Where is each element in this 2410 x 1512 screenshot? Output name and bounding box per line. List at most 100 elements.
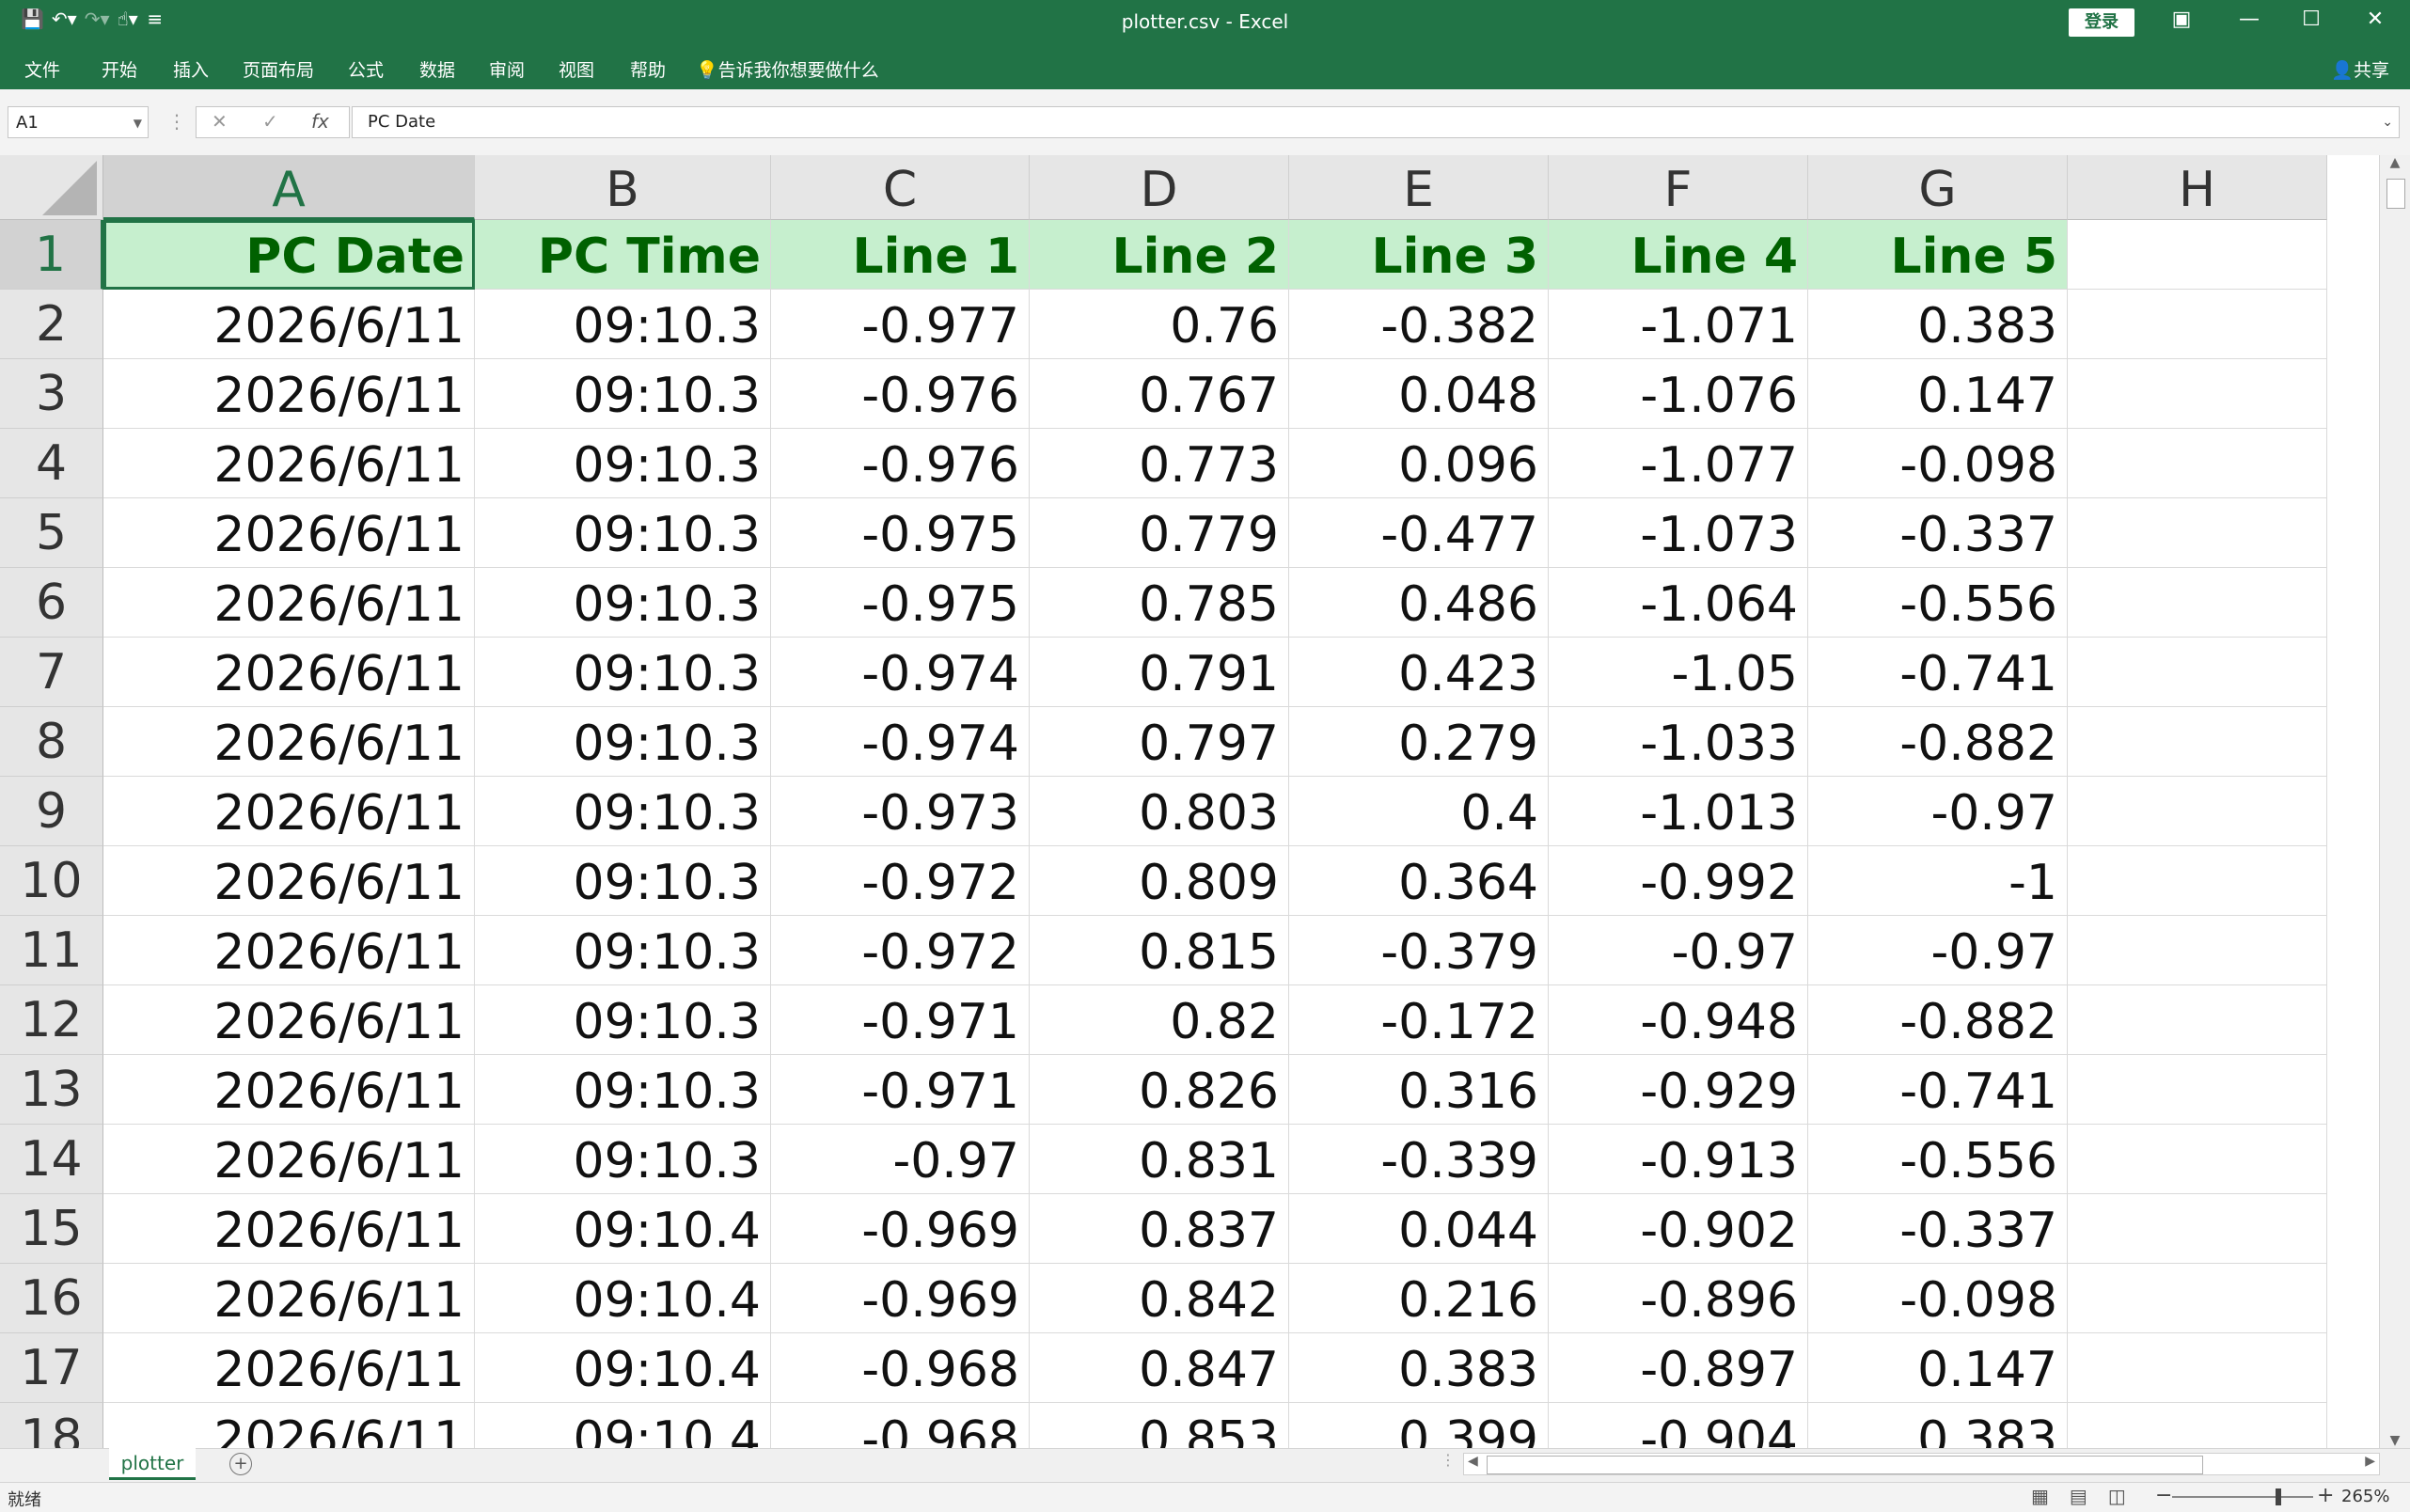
table-cell[interactable]: -1.077 [1549,429,1808,498]
normal-view-icon[interactable]: ▦ [2031,1485,2049,1507]
table-cell[interactable]: -0.974 [771,707,1030,777]
table-cell[interactable]: -0.379 [1289,916,1549,985]
enter-icon[interactable]: ✓ [262,110,278,133]
table-cell[interactable]: 2026/6/11 [103,568,475,638]
scroll-right-icon[interactable]: ▶ [2365,1454,2375,1469]
table-cell[interactable]: -0.972 [771,846,1030,916]
login-button[interactable]: 登录 [2069,8,2134,37]
table-cell[interactable] [2068,568,2327,638]
table-cell[interactable]: -0.975 [771,498,1030,568]
table-cell[interactable]: -0.969 [771,1264,1030,1333]
maximize-icon[interactable]: ☐ [2292,8,2330,31]
table-cell[interactable]: 2026/6/11 [103,1403,475,1448]
row-header-17[interactable]: 17 [0,1333,103,1403]
page-break-view-icon[interactable]: ◫ [2108,1485,2126,1507]
table-cell[interactable]: 09:10.3 [475,359,771,429]
table-cell[interactable]: 0.4 [1289,777,1549,846]
tab-data[interactable]: 数据 [419,56,455,82]
table-cell[interactable]: 0.853 [1030,1403,1289,1448]
horizontal-scrollbar[interactable]: ◀ ▶ [1463,1453,2380,1475]
row-header-10[interactable]: 10 [0,846,103,916]
row-header-16[interactable]: 16 [0,1264,103,1333]
table-cell[interactable]: -0.972 [771,916,1030,985]
table-cell[interactable] [2068,1055,2327,1125]
header-cell[interactable]: Line 5 [1808,220,2068,290]
column-header-d[interactable]: D [1030,155,1289,220]
table-cell[interactable]: -0.969 [771,1194,1030,1264]
row-header-7[interactable]: 7 [0,638,103,707]
table-cell[interactable]: 0.803 [1030,777,1289,846]
table-cell[interactable]: 2026/6/11 [103,1333,475,1403]
table-cell[interactable]: 0.216 [1289,1264,1549,1333]
column-header-b[interactable]: B [475,155,771,220]
table-cell[interactable]: 2026/6/11 [103,1125,475,1194]
table-cell[interactable]: -0.974 [771,638,1030,707]
scroll-up-icon[interactable]: ▲ [2380,155,2410,170]
table-cell[interactable]: -0.97 [771,1125,1030,1194]
table-cell[interactable]: 0.316 [1289,1055,1549,1125]
table-cell[interactable]: -0.172 [1289,985,1549,1055]
table-cell[interactable] [2068,290,2327,359]
table-cell[interactable]: -0.556 [1808,1125,2068,1194]
table-cell[interactable]: -0.556 [1808,568,2068,638]
table-cell[interactable]: 2026/6/11 [103,359,475,429]
row-header-8[interactable]: 8 [0,707,103,777]
expand-formula-icon[interactable]: ⌄ [2382,107,2393,137]
table-cell[interactable]: -0.741 [1808,638,2068,707]
table-cell[interactable]: 0.399 [1289,1403,1549,1448]
table-cell[interactable]: 2026/6/11 [103,290,475,359]
table-cell[interactable]: -0.098 [1808,1264,2068,1333]
table-cell[interactable]: 2026/6/11 [103,707,475,777]
table-cell[interactable] [2068,985,2327,1055]
table-cell[interactable] [2068,359,2327,429]
tab-page-layout[interactable]: 页面布局 [243,56,314,82]
table-cell[interactable]: 2026/6/11 [103,498,475,568]
table-cell[interactable]: -0.968 [771,1333,1030,1403]
table-cell[interactable]: 09:10.3 [475,846,771,916]
table-cell[interactable]: 0.797 [1030,707,1289,777]
table-cell[interactable]: 0.815 [1030,916,1289,985]
table-cell[interactable]: 0.423 [1289,638,1549,707]
tab-review[interactable]: 审阅 [489,56,525,82]
table-cell[interactable]: 0.773 [1030,429,1289,498]
row-header-1[interactable]: 1 [0,220,103,290]
table-cell[interactable]: 09:10.3 [475,777,771,846]
table-cell[interactable]: 2026/6/11 [103,429,475,498]
table-cell[interactable]: -0.339 [1289,1125,1549,1194]
table-cell[interactable]: -0.97 [1808,777,2068,846]
table-cell[interactable] [2068,707,2327,777]
table-cell[interactable]: -0.976 [771,429,1030,498]
scroll-left-icon[interactable]: ◀ [1468,1454,1478,1469]
table-cell[interactable]: 0.76 [1030,290,1289,359]
table-cell[interactable]: 2026/6/11 [103,846,475,916]
table-cell[interactable]: 09:10.4 [475,1194,771,1264]
column-header-e[interactable]: E [1289,155,1549,220]
close-icon[interactable]: ✕ [2356,8,2394,31]
table-cell[interactable]: -0.382 [1289,290,1549,359]
table-cell[interactable]: 0.486 [1289,568,1549,638]
insert-function-icon[interactable]: fx [311,110,329,133]
table-cell[interactable]: -1.05 [1549,638,1808,707]
table-cell[interactable]: 09:10.4 [475,1333,771,1403]
tab-split-handle[interactable]: ⋮ [1441,1451,1456,1469]
zoom-slider-thumb[interactable] [2276,1488,2281,1505]
table-cell[interactable]: -0.97 [1549,916,1808,985]
table-cell[interactable]: -0.882 [1808,707,2068,777]
table-cell[interactable]: 0.842 [1030,1264,1289,1333]
row-header-12[interactable]: 12 [0,985,103,1055]
row-header-4[interactable]: 4 [0,429,103,498]
table-cell[interactable]: -0.992 [1549,846,1808,916]
table-cell[interactable]: -1.013 [1549,777,1808,846]
table-cell[interactable]: 09:10.3 [475,1055,771,1125]
row-header-18[interactable]: 18 [0,1403,103,1448]
table-cell[interactable]: -0.882 [1808,985,2068,1055]
table-cell[interactable] [2068,916,2327,985]
row-header-3[interactable]: 3 [0,359,103,429]
header-cell[interactable]: PC Time [475,220,771,290]
name-box[interactable]: A1 ▼ [8,106,149,138]
scroll-thumb[interactable] [2386,179,2405,209]
header-cell[interactable]: Line 3 [1289,220,1549,290]
table-cell[interactable]: 0.767 [1030,359,1289,429]
table-cell[interactable] [2068,777,2327,846]
table-cell[interactable] [2068,1125,2327,1194]
